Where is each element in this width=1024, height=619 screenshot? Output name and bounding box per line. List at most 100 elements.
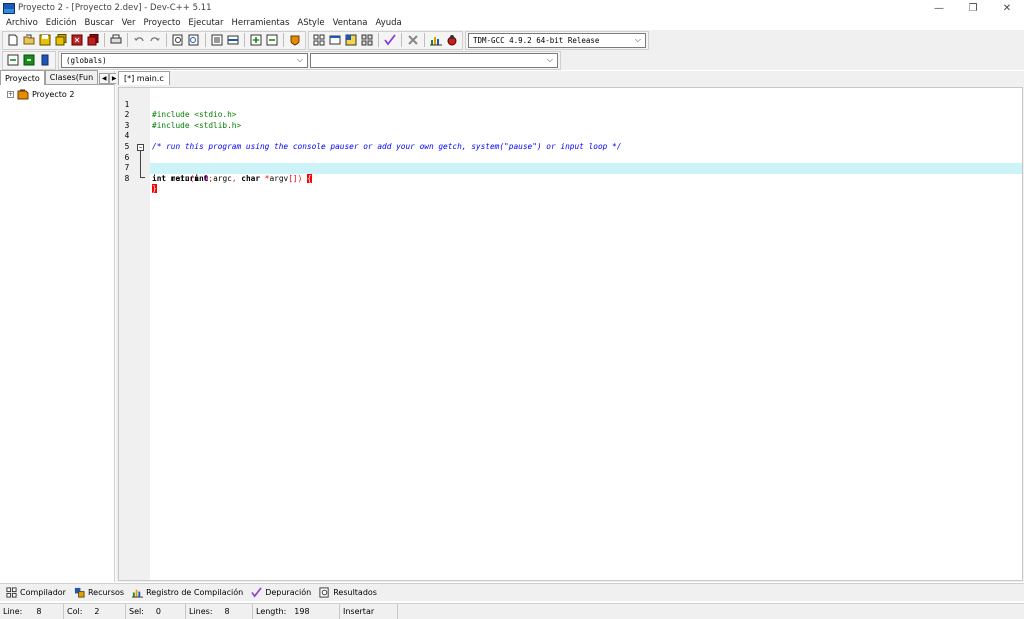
menu-ejecutar[interactable]: Ejecutar bbox=[184, 18, 227, 28]
restore-button[interactable]: ❐ bbox=[956, 0, 990, 16]
compile-run-icon[interactable] bbox=[344, 33, 358, 47]
goto-line-icon[interactable] bbox=[210, 33, 224, 47]
rebuild-all-icon[interactable] bbox=[360, 33, 374, 47]
line-number: 6 bbox=[124, 152, 130, 162]
menu-proyecto[interactable]: Proyecto bbox=[139, 18, 184, 28]
status-sel: Sel: 0 bbox=[126, 603, 186, 619]
expand-plus-icon[interactable]: + bbox=[7, 91, 14, 98]
save-icon[interactable] bbox=[38, 33, 52, 47]
chevron-down-icon: ⌵ bbox=[546, 55, 553, 64]
code-lines[interactable]: 1 #include <stdio.h> 2 #include <stdlib.… bbox=[125, 88, 1022, 580]
project-options-icon[interactable] bbox=[288, 33, 302, 47]
fold-guide-line bbox=[140, 150, 141, 177]
output-tabs: Compilador Recursos Registro de Compilac… bbox=[0, 583, 1024, 601]
code-editor[interactable]: 1 #include <stdio.h> 2 #include <stdlib.… bbox=[118, 87, 1023, 581]
code-line[interactable]: 6 − int main(int argc, char *argv[]) { bbox=[125, 142, 1022, 183]
stop-execution-icon[interactable] bbox=[406, 33, 420, 47]
code-line[interactable]: 7 return 0; bbox=[125, 153, 1022, 183]
replace-icon[interactable] bbox=[187, 33, 201, 47]
fold-guide-end bbox=[140, 177, 145, 178]
line-number: 4 bbox=[124, 131, 130, 141]
tab-scroll-left-icon[interactable]: ◀ bbox=[99, 73, 110, 84]
project-folder-icon bbox=[17, 89, 29, 100]
toolbar-row-main: TDM-GCC 4.9.2 64-bit Release ⌵ bbox=[0, 30, 649, 50]
project-tree-root[interactable]: + Proyecto 2 bbox=[0, 85, 114, 100]
token: [] bbox=[288, 173, 298, 183]
compile-toolbar bbox=[308, 30, 463, 50]
toggle-bookmark-icon[interactable] bbox=[22, 53, 36, 67]
line-number: 2 bbox=[124, 110, 130, 120]
find-icon[interactable] bbox=[171, 33, 185, 47]
add-to-project-icon[interactable] bbox=[249, 33, 263, 47]
menu-ventana[interactable]: Ventana bbox=[329, 18, 372, 28]
status-label: Lines: bbox=[189, 607, 213, 616]
resources-icon bbox=[74, 587, 85, 598]
menu-bar: Archivo Edición Buscar Ver Proyecto Ejec… bbox=[0, 16, 1024, 30]
redo-icon[interactable] bbox=[148, 33, 162, 47]
menu-archivo[interactable]: Archivo bbox=[2, 18, 42, 28]
debug-bug-icon[interactable] bbox=[445, 33, 459, 47]
window-title: Proyecto 2 - [Proyecto 2.dev] - Dev-C++ … bbox=[18, 3, 212, 13]
toolbar-separator bbox=[283, 33, 284, 47]
close-file-icon[interactable] bbox=[70, 33, 84, 47]
profile-chart-icon[interactable] bbox=[429, 33, 443, 47]
tab-registro-compilacion[interactable]: Registro de Compilación bbox=[129, 585, 246, 600]
status-bar: Line: 8 Col: 2 Sel: 0 Lines: 8 Length: 198 In… bbox=[0, 603, 1024, 619]
remove-from-project-icon[interactable] bbox=[265, 33, 279, 47]
save-all-icon[interactable] bbox=[54, 33, 68, 47]
line-number: 5 bbox=[124, 141, 130, 151]
tab-recursos[interactable]: Recursos bbox=[71, 585, 127, 600]
syntax-check-icon[interactable] bbox=[383, 33, 397, 47]
menu-edicion[interactable]: Edición bbox=[42, 18, 81, 28]
current-code-line[interactable]: 8 } bbox=[125, 163, 1022, 194]
menu-herramientas[interactable]: Herramientas bbox=[227, 18, 293, 28]
toolbar-separator bbox=[244, 33, 245, 47]
tab-compilador[interactable]: Compilador bbox=[3, 585, 69, 600]
toolbar-row-secondary: (globals) ⌵ ⌵ bbox=[0, 50, 561, 70]
code-line[interactable]: 3 bbox=[125, 110, 1022, 130]
line-text: } bbox=[152, 184, 157, 195]
run-window-icon[interactable] bbox=[328, 33, 342, 47]
insert-icon[interactable] bbox=[6, 53, 20, 67]
status-label: Length: bbox=[256, 607, 287, 616]
code-line[interactable]: 2 #include <stdlib.h> bbox=[125, 100, 1022, 130]
undo-icon[interactable] bbox=[132, 33, 146, 47]
menu-ver[interactable]: Ver bbox=[118, 18, 140, 28]
window-controls: — ❐ ✕ bbox=[922, 0, 1024, 16]
print-icon[interactable] bbox=[109, 33, 123, 47]
chevron-down-icon: ⌵ bbox=[634, 35, 641, 44]
tab-depuracion[interactable]: Depuración bbox=[248, 585, 314, 600]
minimize-button[interactable]: — bbox=[922, 0, 956, 16]
toolbar-separator bbox=[166, 33, 167, 47]
compiler-select[interactable]: TDM-GCC 4.9.2 64-bit Release ⌵ bbox=[468, 32, 646, 48]
close-all-icon[interactable] bbox=[86, 33, 100, 47]
compile-grid-icon[interactable] bbox=[312, 33, 326, 47]
tab-proyecto[interactable]: Proyecto bbox=[0, 70, 45, 85]
line-number: 8 bbox=[124, 173, 130, 183]
code-line[interactable]: 1 #include <stdio.h> bbox=[125, 89, 1022, 120]
title-bar: Proyecto 2 - [Proyecto 2.dev] - Dev-C++ … bbox=[0, 0, 1024, 16]
project-panel: Proyecto Clases(Fun ◀ ▶ + Proyecto 2 bbox=[0, 70, 120, 582]
goto-bookmark-icon[interactable] bbox=[38, 53, 52, 67]
editor-area: [*] main.c 1 #include <stdio.h> 2 #inclu… bbox=[116, 71, 1024, 582]
tab-label: Registro de Compilación bbox=[146, 588, 244, 597]
token: argv bbox=[269, 173, 289, 183]
close-button[interactable]: ✕ bbox=[990, 0, 1024, 16]
tab-resultados[interactable]: Resultados bbox=[316, 585, 380, 600]
code-line[interactable]: 5 bbox=[125, 131, 1022, 151]
new-file-icon[interactable] bbox=[6, 33, 20, 47]
code-line[interactable]: 4 /* run this program using the console … bbox=[125, 121, 1022, 151]
menu-astyle[interactable]: AStyle bbox=[293, 18, 328, 28]
class-toolbar bbox=[2, 50, 56, 70]
open-file-icon[interactable] bbox=[22, 33, 36, 47]
project-panel-tabs: Proyecto Clases(Fun ◀ ▶ bbox=[0, 70, 120, 85]
scope-select[interactable]: (globals) ⌵ bbox=[61, 52, 308, 68]
tab-main-c[interactable]: [*] main.c bbox=[118, 71, 170, 85]
status-label: Sel: bbox=[129, 607, 144, 616]
menu-buscar[interactable]: Buscar bbox=[81, 18, 118, 28]
file-toolbar bbox=[2, 30, 306, 50]
bookmark-icon[interactable] bbox=[226, 33, 240, 47]
tab-clases[interactable]: Clases(Fun bbox=[44, 70, 99, 84]
menu-ayuda[interactable]: Ayuda bbox=[371, 18, 405, 28]
member-select[interactable]: ⌵ bbox=[310, 52, 558, 68]
